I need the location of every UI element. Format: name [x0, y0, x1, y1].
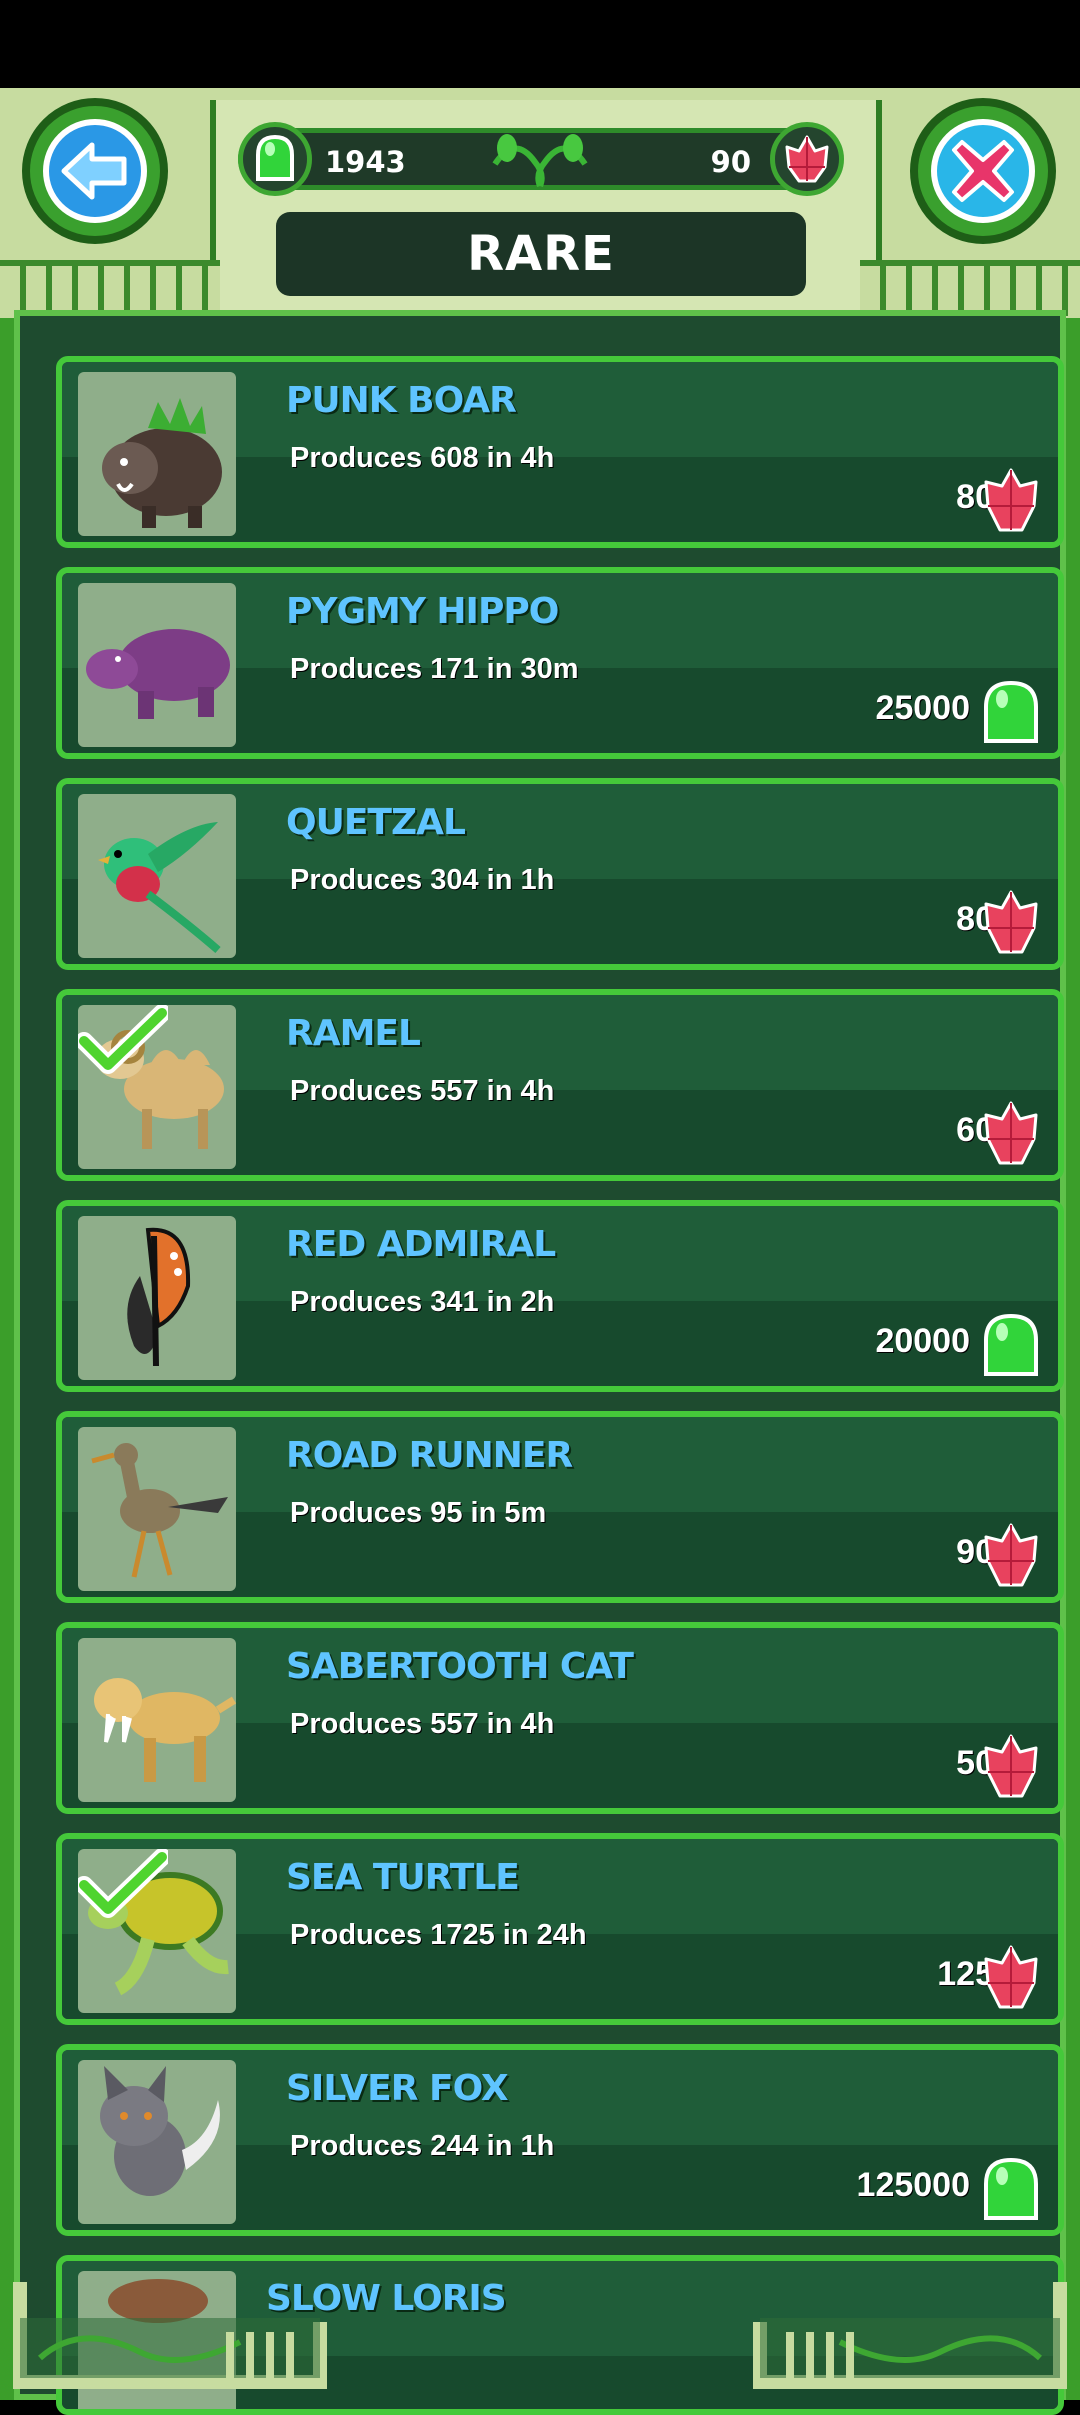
gel-count: 1943 [325, 145, 406, 179]
status-bar [0, 0, 1080, 88]
production-text: Produces 244 in 1h [290, 2130, 555, 2162]
gel-icon [984, 1313, 1038, 1376]
hippo-icon [86, 629, 230, 719]
animal-card[interactable]: SILVER FOX Produces 244 in 1h 125000 [56, 2044, 1064, 2236]
production-text: Produces 95 in 5m [290, 1497, 547, 1529]
close-button[interactable] [910, 98, 1056, 244]
animal-card[interactable]: SABERTOOTH CAT Produces 557 in 4h 50 [56, 1622, 1064, 1814]
gel-icon [984, 680, 1038, 743]
gem-icon [984, 1523, 1038, 1587]
page-title: RARE [467, 226, 615, 282]
gel-currency-icon [238, 122, 312, 196]
close-x-icon [931, 119, 1035, 223]
butterfly-icon [127, 1227, 191, 1367]
gem-currency-icon [770, 122, 844, 196]
animal-thumbnail [78, 794, 236, 958]
animal-thumbnail [78, 583, 236, 747]
gem-count: 90 [710, 145, 751, 179]
animal-name: QUETZAL [286, 802, 466, 843]
quetzal-icon [98, 822, 221, 954]
animal-name: PUNK BOAR [286, 380, 517, 421]
animal-thumbnail [78, 1427, 236, 1591]
footer-decoration [0, 2262, 1080, 2400]
gem-icon [984, 890, 1038, 954]
fence-decoration-right [860, 260, 1080, 316]
production-text: Produces 304 in 1h [290, 864, 555, 896]
animal-name: SABERTOOTH CAT [286, 1646, 634, 1687]
gem-icon [984, 1734, 1038, 1798]
animal-thumbnail [78, 372, 236, 536]
animal-name: SILVER FOX [286, 2068, 509, 2109]
animal-card[interactable]: ROAD RUNNER Produces 95 in 5m 90 [56, 1411, 1064, 1603]
fence-decoration-left [0, 260, 220, 316]
price-value: 25000 [875, 689, 970, 727]
production-text: Produces 608 in 4h [290, 442, 555, 474]
production-text: Produces 341 in 2h [290, 1286, 555, 1318]
animal-list[interactable]: PUNK BOAR Produces 608 in 4h 80 PYGMY HI… [14, 310, 1066, 2415]
owned-checkmark-icon [78, 1005, 168, 1074]
animal-thumbnail [78, 1638, 236, 1802]
animal-name: ROAD RUNNER [286, 1435, 573, 1476]
animal-card[interactable]: QUETZAL Produces 304 in 1h 80 [56, 778, 1064, 970]
animal-thumbnail [78, 1849, 236, 2013]
price-value: 20000 [875, 1322, 970, 1360]
page-title-panel: RARE [276, 212, 806, 296]
production-text: Produces 171 in 30m [290, 653, 579, 685]
animal-name: SLOW LORIS [266, 2278, 507, 2319]
animal-card[interactable]: RED ADMIRAL Produces 341 in 2h 20000 [56, 1200, 1064, 1392]
animal-thumbnail [78, 1005, 236, 1169]
back-button[interactable] [22, 98, 168, 244]
animal-name: RED ADMIRAL [286, 1224, 556, 1265]
vine-ornament [492, 134, 588, 188]
animal-card[interactable]: SEA TURTLE Produces 1725 in 24h 125 [56, 1833, 1064, 2025]
gem-icon [984, 468, 1038, 532]
road-runner-icon [91, 1443, 228, 1578]
animal-name: RAMEL [286, 1013, 421, 1054]
animal-card[interactable]: PUNK BOAR Produces 608 in 4h 80 [56, 356, 1064, 548]
animal-name: SEA TURTLE [286, 1857, 520, 1898]
animal-card[interactable]: RAMEL Produces 557 in 4h 60 [56, 989, 1064, 1181]
back-arrow-icon [43, 119, 147, 223]
animal-name: PYGMY HIPPO [286, 591, 559, 632]
price-value: 125000 [856, 2166, 970, 2204]
gel-icon [984, 2157, 1038, 2220]
animal-card[interactable]: PYGMY HIPPO Produces 171 in 30m 25000 [56, 567, 1064, 759]
gem-icon [984, 1101, 1038, 1165]
boar-icon [102, 398, 222, 528]
sabertooth-icon [94, 1678, 236, 1782]
animal-thumbnail [78, 1216, 236, 1380]
gem-icon [984, 1945, 1038, 2009]
owned-checkmark-icon [78, 1849, 168, 1918]
silver-fox-icon [100, 2066, 220, 2196]
production-text: Produces 557 in 4h [290, 1075, 555, 1107]
animal-thumbnail [78, 2060, 236, 2224]
production-text: Produces 557 in 4h [290, 1708, 555, 1740]
production-text: Produces 1725 in 24h [290, 1919, 587, 1951]
